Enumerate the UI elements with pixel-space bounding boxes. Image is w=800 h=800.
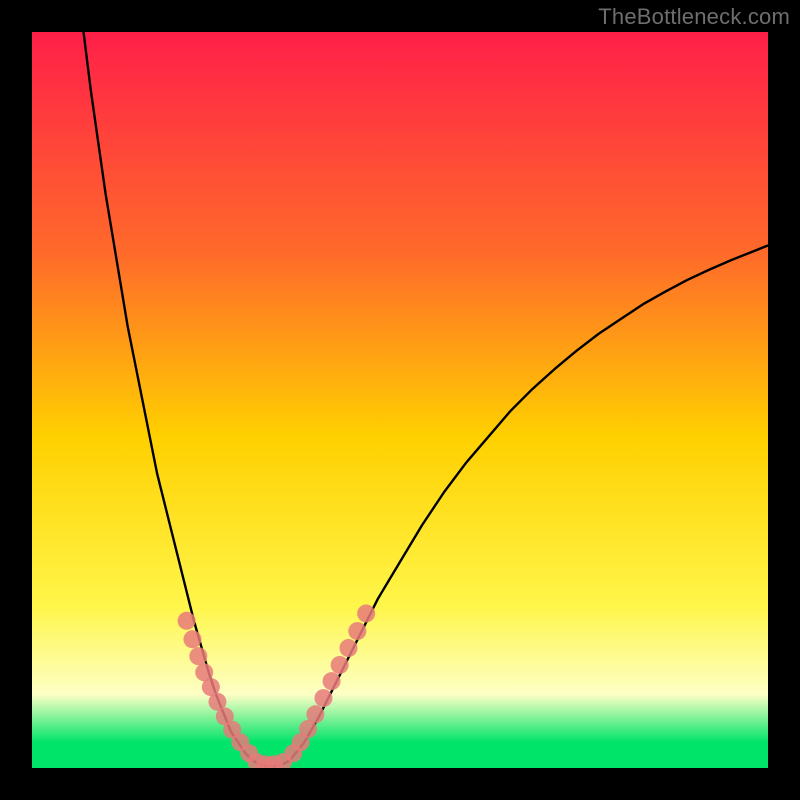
data-dot — [339, 639, 357, 657]
data-dot — [357, 604, 375, 622]
data-dot — [331, 656, 349, 674]
data-dot — [183, 630, 201, 648]
chart-frame: TheBottleneck.com — [0, 0, 800, 800]
data-dot — [348, 622, 366, 640]
watermark-text: TheBottleneck.com — [598, 4, 790, 30]
data-dot — [314, 689, 332, 707]
data-dot — [178, 612, 196, 630]
data-dot — [189, 647, 207, 665]
chart-svg — [32, 32, 768, 768]
data-dot — [306, 705, 324, 723]
data-dot — [323, 672, 341, 690]
chart-plot-area — [32, 32, 768, 768]
